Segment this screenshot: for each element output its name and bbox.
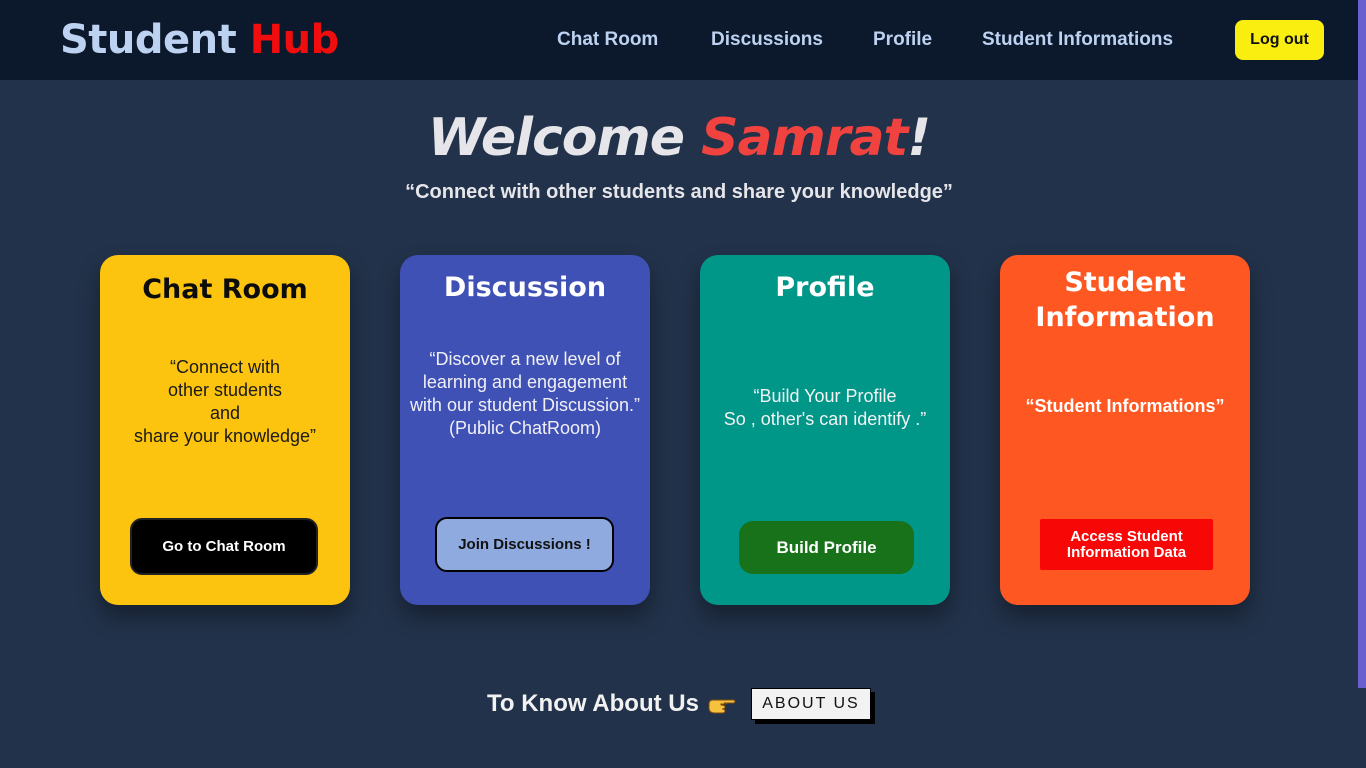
nav-student-informations[interactable]: Student Informations: [982, 29, 1173, 51]
welcome-heading: Welcome Samrat!: [0, 108, 1358, 168]
hero-tagline: “Connect with other students and share y…: [405, 181, 953, 203]
card-profile: Profile “Build Your Profile So , other's…: [700, 255, 950, 605]
scrollbar-thumb[interactable]: [1358, 0, 1366, 688]
welcome-word: Welcome: [427, 108, 685, 168]
logo-main-text: Student: [60, 17, 237, 63]
card-title: Profile: [775, 272, 875, 303]
about-text: To Know About Us: [487, 690, 699, 717]
user-name: Samrat: [701, 108, 908, 168]
card-description: “Build Your Profile So , other's can ide…: [723, 386, 927, 429]
about-row: To Know About Us ABOUT US: [487, 686, 871, 722]
logo-accent-text: Hub: [249, 17, 340, 63]
pointing-hand-icon: [708, 699, 736, 714]
card-student-information: Student Information “Student Information…: [1000, 255, 1250, 605]
card-chat-room: Chat Room “Connect with other students a…: [100, 255, 350, 605]
about-us-button[interactable]: ABOUT US: [750, 688, 871, 720]
access-student-information-button[interactable]: Access Student Information Data: [1040, 519, 1213, 570]
card-description: “Connect with other students and share y…: [133, 357, 317, 446]
nav-chat-room[interactable]: Chat Room: [557, 29, 658, 51]
card-description: “Discover a new level of learning and en…: [409, 349, 641, 438]
site-logo[interactable]: Student Hub: [60, 17, 339, 63]
welcome-exclaim: !: [907, 108, 931, 168]
logout-button[interactable]: Log out: [1235, 20, 1324, 60]
go-to-chat-room-button[interactable]: Go to Chat Room: [130, 518, 318, 575]
card-title: Student Information: [1035, 267, 1215, 333]
card-title: Chat Room: [142, 274, 308, 305]
card-title: Discussion: [443, 272, 607, 303]
top-navbar: Student Hub Chat Room Discussions Profil…: [0, 0, 1358, 80]
card-description: “Student Informations”: [1025, 396, 1225, 416]
card-discussion: Discussion “Discover a new level of lear…: [400, 255, 650, 605]
build-profile-button[interactable]: Build Profile: [739, 521, 914, 574]
nav-discussions[interactable]: Discussions: [711, 29, 823, 51]
nav-profile[interactable]: Profile: [873, 29, 932, 51]
join-discussions-button[interactable]: Join Discussions !: [435, 517, 614, 572]
